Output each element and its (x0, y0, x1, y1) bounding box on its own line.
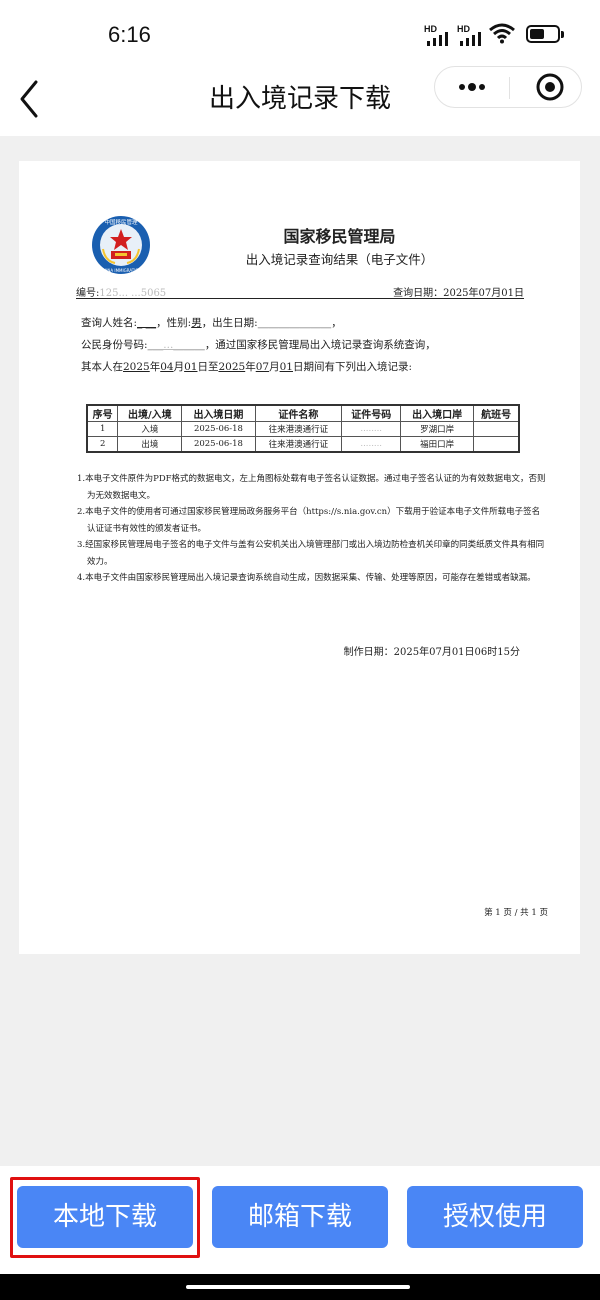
bottom-action-bar: 本地下载 邮箱下载 授权使用 (0, 1166, 600, 1274)
close-target-icon (536, 73, 564, 101)
home-indicator[interactable] (186, 1285, 410, 1289)
table-header: 证件号码 (341, 404, 402, 422)
mini-program-capsule (434, 66, 582, 108)
notes-section: 1.本电子文件原件为PDF格式的数据电文，左上角图标处载有电子签名认证数据。通过… (77, 471, 547, 587)
production-date: 制作日期：2025年07月01日06时15分 (343, 647, 520, 658)
note-item: 1.本电子文件原件为PDF格式的数据电文，左上角图标处载有电子签名认证数据。通过… (77, 474, 546, 501)
table-header: 出境/入境 (117, 404, 183, 422)
close-mini-program-button[interactable] (510, 67, 582, 107)
system-home-bar (0, 1274, 600, 1300)
table-cell: 2025-06-18 (181, 421, 256, 437)
table-cell: 福田口岸 (400, 436, 475, 452)
table-header: 出入境口岸 (400, 404, 475, 422)
svg-text:CHINA IMMIGRATION: CHINA IMMIGRATION (100, 268, 141, 273)
table-cell: 入境 (117, 421, 183, 437)
document-subtitle: 出入境记录查询结果（电子文件） (245, 252, 434, 267)
status-time: 6:16 (108, 22, 151, 47)
navigation-bar: 出入境记录下载 (0, 66, 600, 136)
note-item: 2.本电子文件的使用者可通过国家移民管理局政务服务平台（https://s.ni… (77, 507, 541, 534)
table-cell: 2025-06-18 (181, 436, 256, 452)
serial-number: 编号:125... ...5065 (76, 288, 167, 299)
body-line-name: 查询人姓名:_ __，性别:男，出生日期:______________， (81, 317, 342, 329)
table-header: 出入境日期 (181, 404, 256, 422)
table-cell: 往来港澳通行证 (254, 421, 343, 437)
body-line-id: 公民身份号码:___...______，通过国家移民管理局出入境记录查询系统查询… (81, 339, 436, 351)
table-cell: ........ (341, 421, 402, 437)
agency-name: 国家移民管理局 (283, 227, 396, 246)
query-date: 查询日期：2025年07月01日 (393, 288, 524, 299)
table-cell (473, 436, 520, 452)
battery-icon (526, 25, 564, 43)
note-item: 4.本电子文件由国家移民管理局出入境记录查询系统自动生成，因数据采集、传输、处理… (77, 573, 536, 583)
table-cell: 1 (86, 421, 119, 437)
table-cell: 2 (86, 436, 119, 452)
document-meta-line: 编号:125... ...5065 查询日期：2025年07月01日 (76, 281, 524, 299)
authorize-use-button[interactable]: 授权使用 (407, 1186, 583, 1248)
records-table: 序号 出境/入境 出入境日期 证件名称 证件号码 出入境口岸 航班号 1 入境 … (86, 404, 520, 453)
body-line-period: 其本人在2025年04月01日至2025年07月01日期间有下列出入境记录: (81, 361, 413, 373)
table-header: 证件名称 (254, 404, 343, 422)
document-page: 中国移民管理 CHINA IMMIGRATION 国家移民管理局 出入境记录查询… (19, 161, 580, 954)
page-number: 第 1 页 / 共 1 页 (484, 908, 548, 918)
email-download-button[interactable]: 邮箱下载 (212, 1186, 388, 1248)
local-download-button[interactable]: 本地下载 (17, 1186, 193, 1248)
table-row: 2 出境 2025-06-18 往来港澳通行证 ........ 福田口岸 (86, 436, 520, 452)
note-item: 3.经国家移民管理局电子签名的电子文件与盖有公安机关出入境管理部门或出入境边防检… (77, 540, 545, 567)
table-cell (473, 421, 520, 437)
status-bar: 6:16 HD HD (0, 0, 600, 66)
table-cell: ........ (341, 436, 402, 452)
table-cell: 往来港澳通行证 (254, 436, 343, 452)
table-header-row: 序号 出境/入境 出入境日期 证件名称 证件号码 出入境口岸 航班号 (86, 404, 520, 422)
table-header: 航班号 (473, 404, 520, 422)
table-header: 序号 (86, 404, 119, 422)
more-dots-icon (459, 83, 485, 91)
table-cell: 出境 (117, 436, 183, 452)
table-row: 1 入境 2025-06-18 往来港澳通行证 ........ 罗湖口岸 (86, 421, 520, 437)
wifi-icon (489, 23, 515, 44)
document-viewer[interactable]: 中国移民管理 CHINA IMMIGRATION 国家移民管理局 出入境记录查询… (0, 136, 600, 1166)
more-button[interactable] (435, 67, 509, 107)
table-cell: 罗湖口岸 (400, 421, 475, 437)
